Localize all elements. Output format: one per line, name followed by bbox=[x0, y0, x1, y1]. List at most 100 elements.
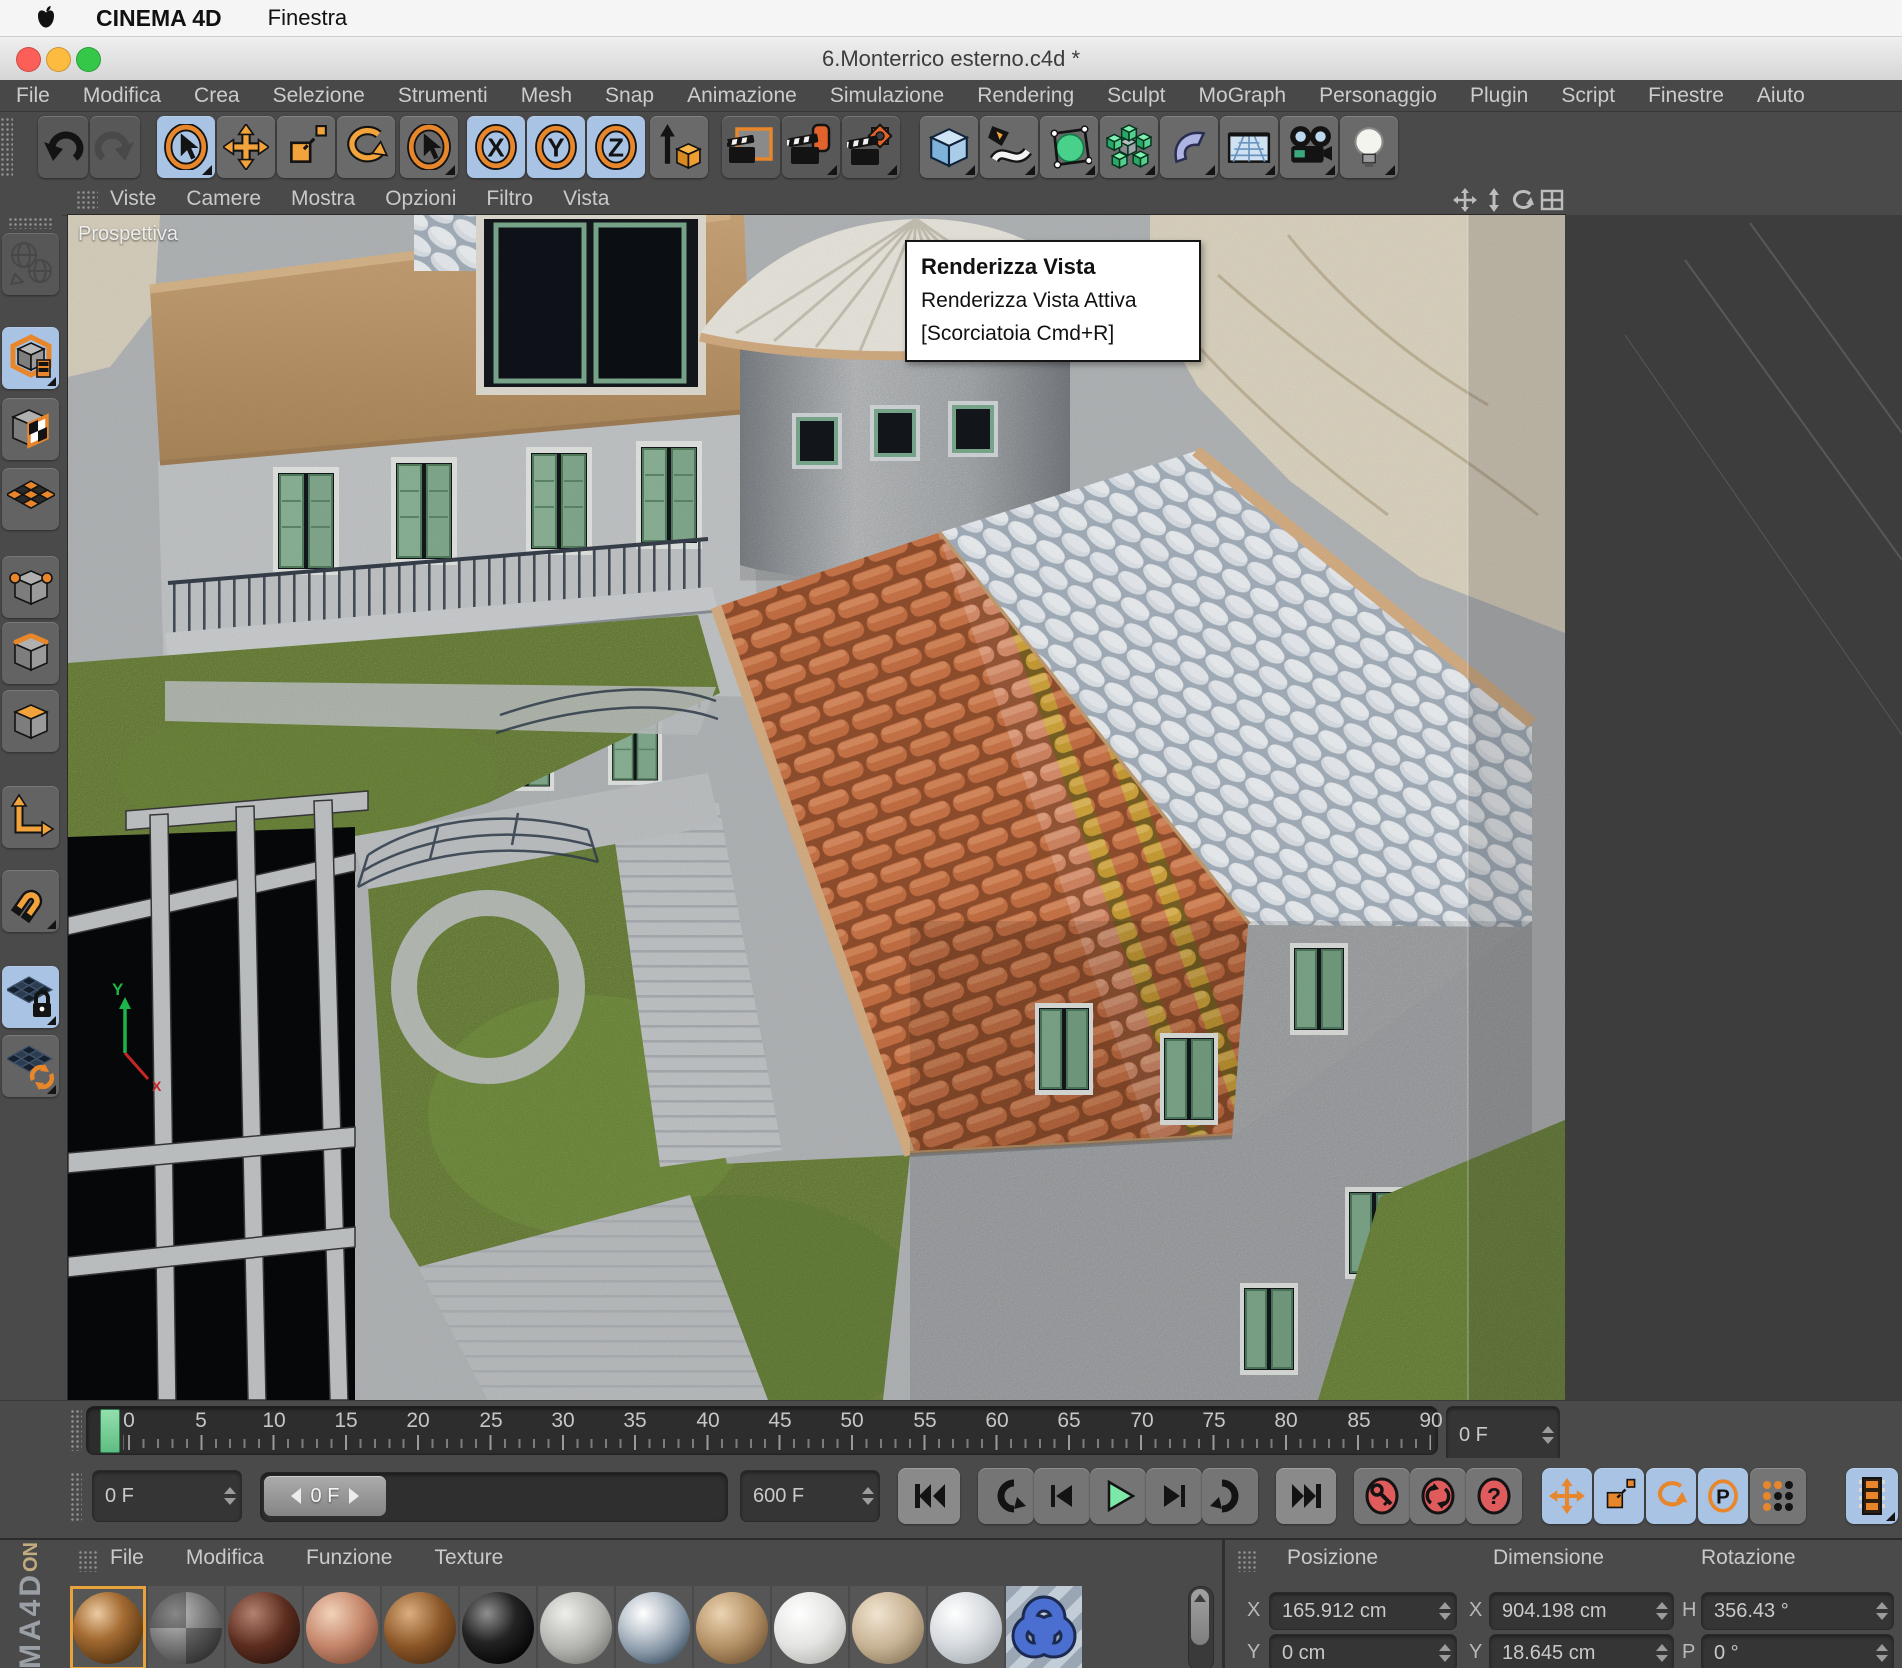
key-rotation-button[interactable] bbox=[1646, 1468, 1696, 1524]
menu-mograph[interactable]: MoGraph bbox=[1199, 84, 1287, 108]
slider-left-arrow-icon[interactable] bbox=[290, 1488, 301, 1504]
material-dark-maroon[interactable] bbox=[226, 1586, 302, 1668]
slider-right-arrow-icon[interactable] bbox=[349, 1488, 360, 1504]
material-chrome[interactable] bbox=[616, 1586, 692, 1668]
material-stone-gray[interactable] bbox=[538, 1586, 614, 1668]
convert-object-button[interactable] bbox=[2, 233, 59, 295]
goto-end-button[interactable] bbox=[1276, 1468, 1336, 1524]
material-black-glossy[interactable] bbox=[460, 1586, 536, 1668]
record-options-button[interactable]: ? bbox=[1466, 1468, 1522, 1524]
lock-workplane-button[interactable] bbox=[2, 966, 59, 1028]
material-white-glossy[interactable] bbox=[772, 1586, 848, 1668]
vp-menu-viste[interactable]: Viste bbox=[110, 187, 156, 211]
menu-crea[interactable]: Crea bbox=[194, 84, 240, 108]
previous-frame-button[interactable] bbox=[1034, 1468, 1090, 1524]
menu-modifica[interactable]: Modifica bbox=[83, 84, 161, 108]
rotate-workplane-button[interactable] bbox=[2, 1035, 59, 1097]
render-settings-button[interactable] bbox=[842, 116, 900, 178]
next-key-button[interactable] bbox=[1202, 1468, 1258, 1524]
vp-menu-filtro[interactable]: Filtro bbox=[486, 187, 533, 211]
current-frame-field[interactable]: 0 F bbox=[1446, 1406, 1560, 1464]
macos-app-name[interactable]: CINEMA 4D bbox=[96, 5, 222, 32]
zoom-view-icon[interactable] bbox=[1481, 187, 1507, 213]
selection-tool-button[interactable] bbox=[400, 116, 458, 178]
menu-script[interactable]: Script bbox=[1561, 84, 1615, 108]
workplane-mode-button[interactable] bbox=[2, 468, 59, 530]
subdivision-surface-button[interactable] bbox=[1040, 116, 1098, 178]
snap-magnet-button[interactable] bbox=[2, 870, 59, 932]
menu-sculpt[interactable]: Sculpt bbox=[1107, 84, 1165, 108]
material-scrollbar-thumb[interactable] bbox=[1191, 1589, 1209, 1645]
add-cube-button[interactable] bbox=[920, 116, 978, 178]
material-manager-grip[interactable] bbox=[78, 1550, 98, 1572]
scale-tool-button[interactable] bbox=[277, 116, 335, 178]
material-scrollbar[interactable] bbox=[1188, 1586, 1214, 1668]
dim-x-field[interactable]: 904.198 cm bbox=[1489, 1592, 1674, 1630]
previous-key-button[interactable] bbox=[978, 1468, 1034, 1524]
menu-aiuto[interactable]: Aiuto bbox=[1757, 84, 1805, 108]
lock-z-axis-button[interactable]: Z bbox=[587, 116, 645, 178]
end-frame-field[interactable]: 600 F bbox=[740, 1470, 880, 1522]
next-frame-button[interactable] bbox=[1146, 1468, 1202, 1524]
menu-personaggio[interactable]: Personaggio bbox=[1319, 84, 1437, 108]
live-selection-button[interactable] bbox=[157, 116, 215, 178]
floor-button[interactable] bbox=[1220, 116, 1278, 178]
edges-mode-button[interactable] bbox=[2, 622, 59, 684]
undo-button[interactable] bbox=[38, 116, 88, 178]
rotate-view-icon[interactable] bbox=[1510, 187, 1536, 213]
material-white-matte[interactable] bbox=[928, 1586, 1004, 1668]
apple-icon[interactable] bbox=[36, 6, 56, 30]
rot-p-field[interactable]: 0 ° bbox=[1701, 1634, 1894, 1668]
timeline-grip[interactable] bbox=[70, 1409, 82, 1451]
frame-stepper[interactable] bbox=[1542, 1407, 1554, 1463]
coordinates-grip[interactable] bbox=[1237, 1550, 1257, 1572]
macos-menu-finestra[interactable]: Finestra bbox=[268, 5, 347, 31]
menu-simulazione[interactable]: Simulazione bbox=[830, 84, 944, 108]
cloner-button[interactable] bbox=[1100, 116, 1158, 178]
timeline-ruler[interactable]: 0 5 10 15 20 25 30 35 40 45 50 55 60 65 … bbox=[86, 1406, 1443, 1455]
pos-x-field[interactable]: 165.912 cm bbox=[1269, 1592, 1457, 1630]
model-mode-button[interactable] bbox=[2, 327, 59, 389]
mat-menu-modifica[interactable]: Modifica bbox=[186, 1546, 264, 1570]
frame-slider-handle[interactable]: 0 F bbox=[264, 1476, 386, 1516]
key-parameter-button[interactable]: P bbox=[1698, 1468, 1748, 1524]
play-button[interactable] bbox=[1090, 1468, 1146, 1524]
axis-mode-button[interactable] bbox=[2, 786, 59, 848]
toggle-layout-icon[interactable] bbox=[1539, 187, 1565, 213]
mat-menu-file[interactable]: File bbox=[110, 1546, 144, 1570]
texture-mode-button[interactable] bbox=[2, 398, 59, 460]
material-blue-knot[interactable] bbox=[1006, 1586, 1082, 1668]
frame-slider[interactable]: 0 F bbox=[260, 1472, 728, 1522]
material-silver-checker[interactable] bbox=[148, 1586, 224, 1668]
lock-x-axis-button[interactable]: X bbox=[467, 116, 525, 178]
vp-menu-vista[interactable]: Vista bbox=[563, 187, 609, 211]
mat-menu-texture[interactable]: Texture bbox=[434, 1546, 503, 1570]
autokey-button[interactable] bbox=[1410, 1468, 1466, 1524]
menu-strumenti[interactable]: Strumenti bbox=[398, 84, 488, 108]
material-beige[interactable] bbox=[850, 1586, 926, 1668]
keyframe-selection-button[interactable] bbox=[1750, 1468, 1806, 1524]
menu-selezione[interactable]: Selezione bbox=[273, 84, 365, 108]
camera-button[interactable] bbox=[1280, 116, 1338, 178]
menu-file[interactable]: File bbox=[16, 84, 50, 108]
render-view-button[interactable] bbox=[722, 116, 780, 178]
menu-rendering[interactable]: Rendering bbox=[977, 84, 1074, 108]
dim-y-field[interactable]: 18.645 cm bbox=[1489, 1634, 1674, 1668]
render-picture-viewer-button[interactable] bbox=[782, 116, 840, 178]
timeline-window-button[interactable] bbox=[1846, 1468, 1898, 1524]
material-brown[interactable] bbox=[382, 1586, 458, 1668]
menu-plugin[interactable]: Plugin bbox=[1470, 84, 1528, 108]
viewport-3d[interactable]: Y X Prospettiva bbox=[67, 214, 1566, 1401]
pos-y-field[interactable]: 0 cm bbox=[1269, 1634, 1457, 1668]
sidebar-grip[interactable] bbox=[8, 217, 52, 229]
menu-mesh[interactable]: Mesh bbox=[521, 84, 572, 108]
record-key-button[interactable] bbox=[1354, 1468, 1410, 1524]
viewport-render[interactable]: Y X bbox=[68, 215, 1565, 1400]
toolbar-grip[interactable] bbox=[0, 117, 13, 177]
rotate-tool-button[interactable] bbox=[337, 116, 395, 178]
points-mode-button[interactable] bbox=[2, 556, 59, 618]
vp-menu-camere[interactable]: Camere bbox=[186, 187, 261, 211]
menu-finestre[interactable]: Finestre bbox=[1648, 84, 1724, 108]
key-scale-button[interactable] bbox=[1594, 1468, 1644, 1524]
material-brown-glossy[interactable] bbox=[70, 1586, 146, 1668]
